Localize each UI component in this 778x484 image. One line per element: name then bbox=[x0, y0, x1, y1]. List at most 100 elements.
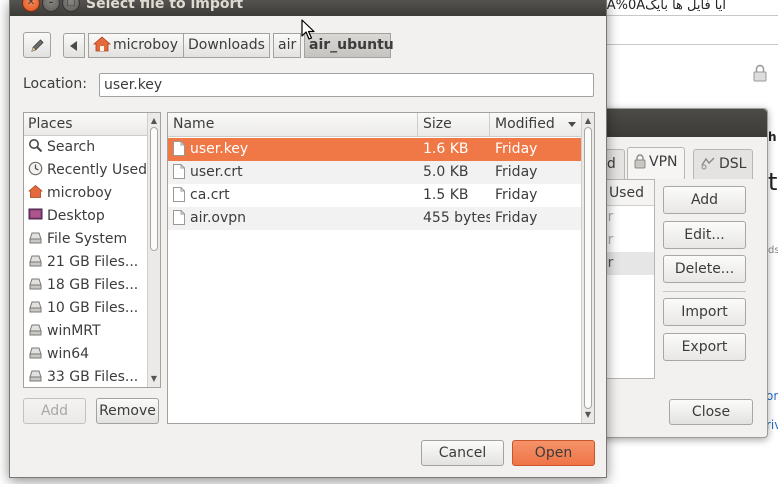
clock-icon bbox=[28, 161, 43, 176]
column-header-name[interactable]: Name bbox=[168, 113, 418, 137]
place-microboy[interactable]: microboy bbox=[24, 182, 148, 205]
place-volume[interactable]: 18 GB Files... bbox=[24, 274, 148, 297]
tab-dsl[interactable]: DSL bbox=[693, 149, 754, 179]
file-name: ca.crt bbox=[190, 187, 230, 203]
background-fragment: h bbox=[768, 130, 777, 144]
place-volume[interactable]: 21 GB Files... bbox=[24, 251, 148, 274]
place-label: 21 GB Files... bbox=[47, 254, 139, 270]
place-label: microboy bbox=[47, 185, 112, 201]
file-name: user.key bbox=[190, 141, 249, 157]
remove-bookmark-button[interactable]: Remove bbox=[96, 398, 159, 424]
file-size: 1.6 KB bbox=[423, 141, 469, 157]
connection-type-tabs: nd VPN DSL bbox=[591, 147, 757, 179]
file-row[interactable]: ca.crt 1.5 KB Friday bbox=[168, 184, 582, 207]
export-button[interactable]: Export bbox=[663, 333, 746, 361]
lock-icon bbox=[634, 154, 646, 169]
drive-icon bbox=[29, 347, 42, 359]
file-icon bbox=[173, 210, 185, 225]
place-search[interactable]: Search bbox=[24, 136, 148, 159]
type-location-button[interactable] bbox=[23, 32, 51, 58]
scroll-up-icon[interactable]: ▲ bbox=[582, 115, 594, 127]
location-input[interactable]: user.key bbox=[99, 73, 594, 97]
scroll-down-icon[interactable]: ▼ bbox=[148, 373, 160, 385]
file-icon bbox=[173, 141, 185, 156]
cancel-button[interactable]: Cancel bbox=[421, 440, 504, 466]
place-label: winMRT bbox=[47, 323, 101, 339]
place-label: Recently Used bbox=[47, 162, 148, 178]
add-connection-button[interactable]: Add bbox=[663, 186, 746, 214]
place-label: Search bbox=[47, 139, 96, 155]
open-button[interactable]: Open bbox=[512, 440, 595, 466]
window-minimize-button[interactable]: – bbox=[42, 0, 60, 12]
add-bookmark-button[interactable]: Add bbox=[23, 398, 86, 424]
place-volume[interactable]: winMRT bbox=[24, 320, 148, 343]
file-size: 1.5 KB bbox=[423, 187, 469, 203]
background-top-text: IA%0Aآیا فایل ها بایک bbox=[600, 0, 778, 14]
places-header[interactable]: Places bbox=[24, 113, 160, 136]
breadcrumb-label: microboy bbox=[113, 37, 178, 53]
breadcrumb-air-ubuntu[interactable]: air_ubuntu bbox=[304, 33, 394, 58]
file-chooser-dialog: ✕ – □ Select file to import microboy Dow… bbox=[9, 0, 607, 478]
search-icon bbox=[29, 139, 43, 153]
place-file-system[interactable]: File System bbox=[24, 228, 148, 251]
drive-icon bbox=[29, 301, 42, 313]
window-close-button[interactable]: ✕ bbox=[22, 0, 40, 12]
scrollbar-thumb[interactable] bbox=[150, 127, 158, 251]
breadcrumb-downloads[interactable]: Downloads bbox=[183, 33, 270, 58]
place-volume[interactable]: 33 GB Files... bbox=[24, 366, 148, 387]
file-modified: Friday bbox=[495, 210, 538, 226]
home-folder-icon bbox=[92, 36, 112, 52]
drive-icon bbox=[29, 324, 42, 336]
place-label: 33 GB Files... bbox=[47, 369, 139, 385]
delete-connection-button[interactable]: Delete... bbox=[663, 255, 746, 283]
places-scrollbar[interactable]: ▲ ▼ bbox=[147, 113, 160, 387]
sort-descending-icon bbox=[568, 122, 576, 127]
edit-connection-button[interactable]: Edit... bbox=[663, 221, 746, 249]
tab-vpn[interactable]: VPN bbox=[627, 147, 685, 179]
file-name: user.crt bbox=[190, 164, 243, 180]
breadcrumb-scroll-left-button[interactable] bbox=[63, 33, 85, 58]
scroll-down-icon[interactable]: ▼ bbox=[582, 409, 594, 421]
column-header-label: Modified bbox=[495, 116, 555, 132]
network-window-titlebar[interactable] bbox=[597, 109, 767, 137]
close-button[interactable]: Close bbox=[669, 399, 753, 425]
window-maximize-button[interactable]: □ bbox=[62, 0, 80, 12]
lock-icon bbox=[753, 64, 767, 82]
background-divider bbox=[600, 44, 778, 45]
file-list-header: Name Size Modified bbox=[168, 113, 582, 137]
file-modified: Friday bbox=[495, 141, 538, 157]
file-row[interactable]: user.key 1.6 KB Friday bbox=[168, 138, 582, 161]
background-fragment: ds bbox=[768, 245, 778, 256]
network-connections-window: nd VPN DSL t Used er er er Add Edit... D… bbox=[591, 108, 768, 438]
file-list-scrollbar[interactable]: ▲ ▼ bbox=[581, 113, 594, 423]
file-name-cell: user.key bbox=[168, 138, 418, 161]
place-label: 18 GB Files... bbox=[47, 277, 139, 293]
file-row[interactable]: user.crt 5.0 KB Friday bbox=[168, 161, 582, 184]
drive-icon bbox=[29, 255, 42, 267]
desktop-icon bbox=[28, 208, 43, 220]
background-divider bbox=[600, 15, 778, 16]
button-separator bbox=[663, 291, 746, 292]
tab-label: VPN bbox=[649, 154, 678, 170]
place-recently-used[interactable]: Recently Used bbox=[24, 159, 148, 182]
place-desktop[interactable]: Desktop bbox=[24, 205, 148, 228]
chevron-left-icon bbox=[70, 41, 77, 51]
file-row[interactable]: air.ovpn 455 bytes Friday bbox=[168, 207, 582, 230]
import-button[interactable]: Import bbox=[663, 298, 746, 326]
breadcrumb-air[interactable]: air bbox=[273, 33, 301, 58]
tab-label: DSL bbox=[719, 156, 747, 172]
background-fragment: th bbox=[768, 168, 778, 196]
place-volume[interactable]: 10 GB Files... bbox=[24, 297, 148, 320]
file-name-cell: user.crt bbox=[168, 161, 418, 184]
file-list: Name Size Modified user.key 1.6 KB Frida… bbox=[167, 112, 595, 424]
column-header-modified[interactable]: Modified bbox=[490, 113, 582, 137]
file-size: 5.0 KB bbox=[423, 164, 469, 180]
column-header-size[interactable]: Size bbox=[418, 113, 490, 137]
dialog-titlebar[interactable]: ✕ – □ Select file to import bbox=[10, 0, 606, 16]
scrollbar-thumb[interactable] bbox=[584, 127, 592, 409]
dsl-icon bbox=[701, 157, 715, 170]
scroll-up-icon[interactable]: ▲ bbox=[148, 115, 160, 127]
breadcrumb-microboy[interactable]: microboy bbox=[88, 33, 184, 58]
place-volume[interactable]: win64 bbox=[24, 343, 148, 366]
place-label: win64 bbox=[47, 346, 90, 362]
